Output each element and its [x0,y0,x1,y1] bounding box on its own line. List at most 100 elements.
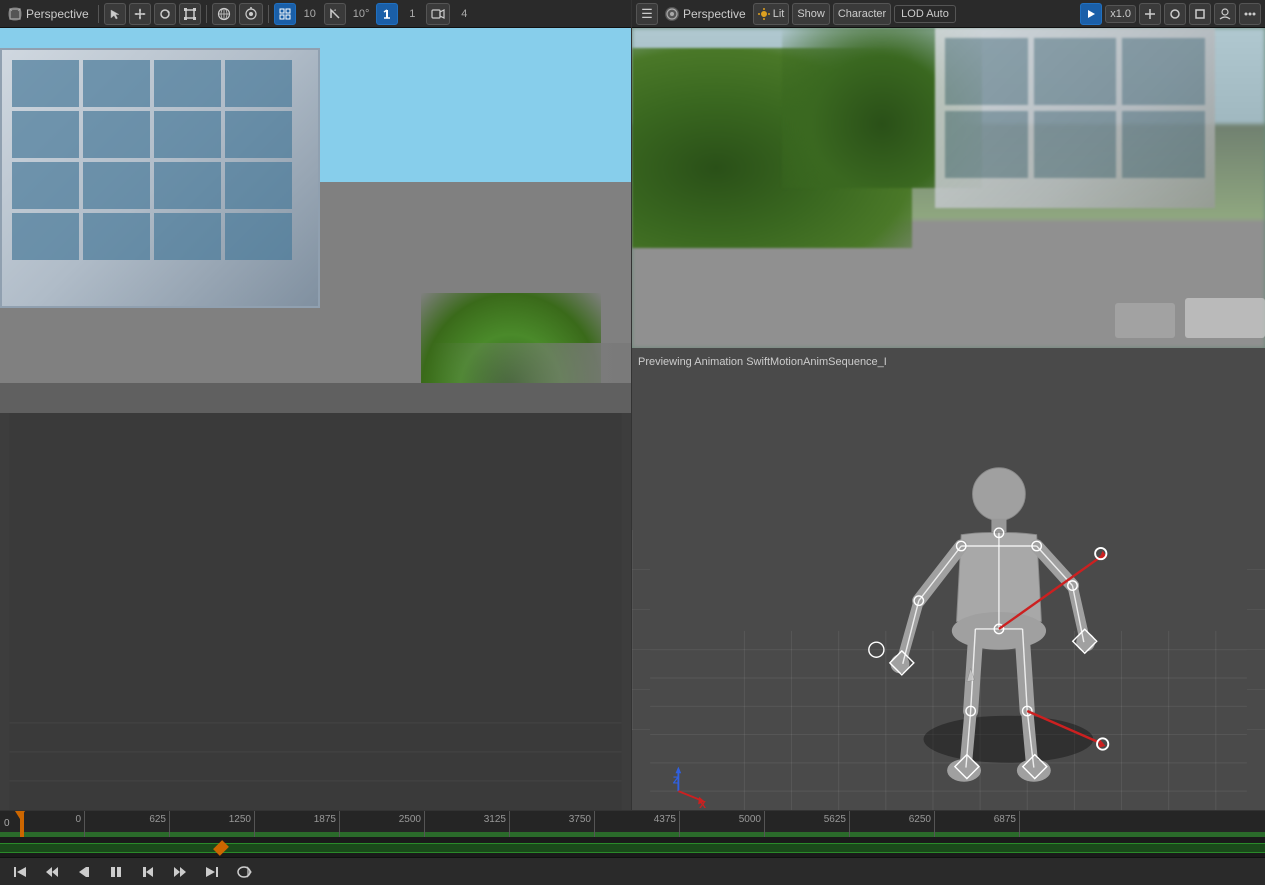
rotate-tool-right[interactable] [1164,3,1186,25]
window-r [1034,38,1117,105]
right-viewport-label[interactable]: Perspective [661,7,750,21]
window [83,162,150,209]
window [225,60,292,107]
right-panel: ☰ Perspective Lit Show Character [632,0,1265,810]
window-r [945,38,1028,105]
user-icon-right[interactable] [1214,3,1236,25]
move-tool-btn[interactable] [129,3,151,25]
svg-text:X: X [699,800,706,810]
car1 [1185,298,1265,338]
more-btn[interactable] [1239,3,1261,25]
play-back-btn[interactable] [40,860,64,884]
sep3 [268,5,269,23]
select-tool-btn[interactable] [104,3,126,25]
car2 [1115,303,1175,338]
left-toolbar: Perspective [0,0,631,28]
play-btn[interactable] [1080,3,1102,25]
speed-badge[interactable]: x1.0 [1105,5,1136,23]
window [12,60,79,107]
hamburger-icon: ☰ [641,6,653,22]
cars-right [1105,288,1265,338]
window [154,111,221,158]
window-r [945,111,1028,178]
loop-btn[interactable] [232,860,256,884]
ruler-playhead [20,811,23,837]
sep1 [98,5,99,23]
prev-frame-btn[interactable] [72,860,96,884]
skip-start-btn[interactable] [8,860,32,884]
window [83,60,150,107]
num4-label[interactable]: 4 [453,3,475,25]
snap-btn[interactable] [239,3,263,25]
window-r [1122,111,1205,178]
num1-label[interactable]: 1 [401,3,423,25]
left-bottom-viewport[interactable]: Z X [0,413,631,810]
timeline-ruler[interactable]: 0 0 625 1250 1875 2500 3125 3750 4375 50 [0,811,1265,837]
window-r [1034,111,1117,178]
right-bottom-viewport[interactable]: Z X Previewing Animation SwiftMotionAnim… [632,348,1265,810]
building-windows [12,60,292,260]
num1-btn[interactable] [376,3,398,25]
right-windows [945,38,1205,178]
svg-text:Z: Z [673,776,680,787]
building [0,48,320,308]
timeline-container: 0 0 625 1250 1875 2500 3125 3750 4375 50 [0,810,1265,885]
lod-badge[interactable]: LOD Auto [894,5,956,23]
window-r [1122,38,1205,105]
hamburger-btn[interactable]: ☰ [636,3,658,25]
left-viewport-label[interactable]: Perspective [4,7,93,21]
right-top-viewport[interactable] [632,28,1265,348]
preview-text: Previewing Animation SwiftMotionAnimSequ… [638,356,887,368]
timeline-controls [0,857,1265,885]
left-top-viewport[interactable] [0,28,631,413]
cam-btn[interactable] [426,3,450,25]
translate-tool-right[interactable] [1139,3,1161,25]
ruler-content: 0 625 1250 1875 2500 3125 3750 4375 5000… [0,811,1265,837]
left-panel: Perspective [0,0,632,810]
play-fwd-skip-btn[interactable] [168,860,192,884]
pause-btn[interactable] [104,860,128,884]
window [83,213,150,260]
grid-number[interactable]: 10 [299,3,321,25]
window [154,213,221,260]
speed-label: x1.0 [1110,8,1131,20]
rotate-tool-btn[interactable] [154,3,176,25]
window [154,60,221,107]
window [12,111,79,158]
window [12,162,79,209]
show-btn[interactable]: Show [792,3,830,25]
scale-tool-right[interactable] [1189,3,1211,25]
viewport-cube-icon-right [665,7,679,21]
character-btn[interactable]: Character [833,3,891,25]
window [225,111,292,158]
angle-btn[interactable] [324,3,346,25]
skip-end-btn[interactable] [200,860,224,884]
show-label: Show [797,8,825,20]
window [154,162,221,209]
character-label: Character [838,8,886,20]
angle-number[interactable]: 10° [349,3,374,25]
world-btn[interactable] [212,3,236,25]
right-perspective-text: Perspective [683,7,746,21]
sep2 [206,5,207,23]
scale-tool-btn[interactable] [179,3,201,25]
anim-bar [0,843,1265,853]
ground [0,383,631,413]
window [225,213,292,260]
left-perspective-text: Perspective [26,7,89,21]
viewports-row: Perspective [0,0,1265,810]
next-frame-btn[interactable] [136,860,160,884]
skeleton-viewport: Z X [0,413,631,810]
character-viewport: Z X [632,348,1265,810]
viewport-cube-icon [8,7,22,21]
timeline-track[interactable] [0,837,1265,857]
main-container: Perspective [0,0,1265,885]
ruler-ticks: 0 625 1250 1875 2500 3125 3750 4375 5000… [0,811,1020,837]
cars [431,343,631,383]
building-right [935,28,1215,208]
window [225,162,292,209]
lit-label: Lit [773,8,785,20]
lit-btn[interactable]: Lit [753,3,790,25]
window [12,213,79,260]
grid-btn[interactable] [274,3,296,25]
